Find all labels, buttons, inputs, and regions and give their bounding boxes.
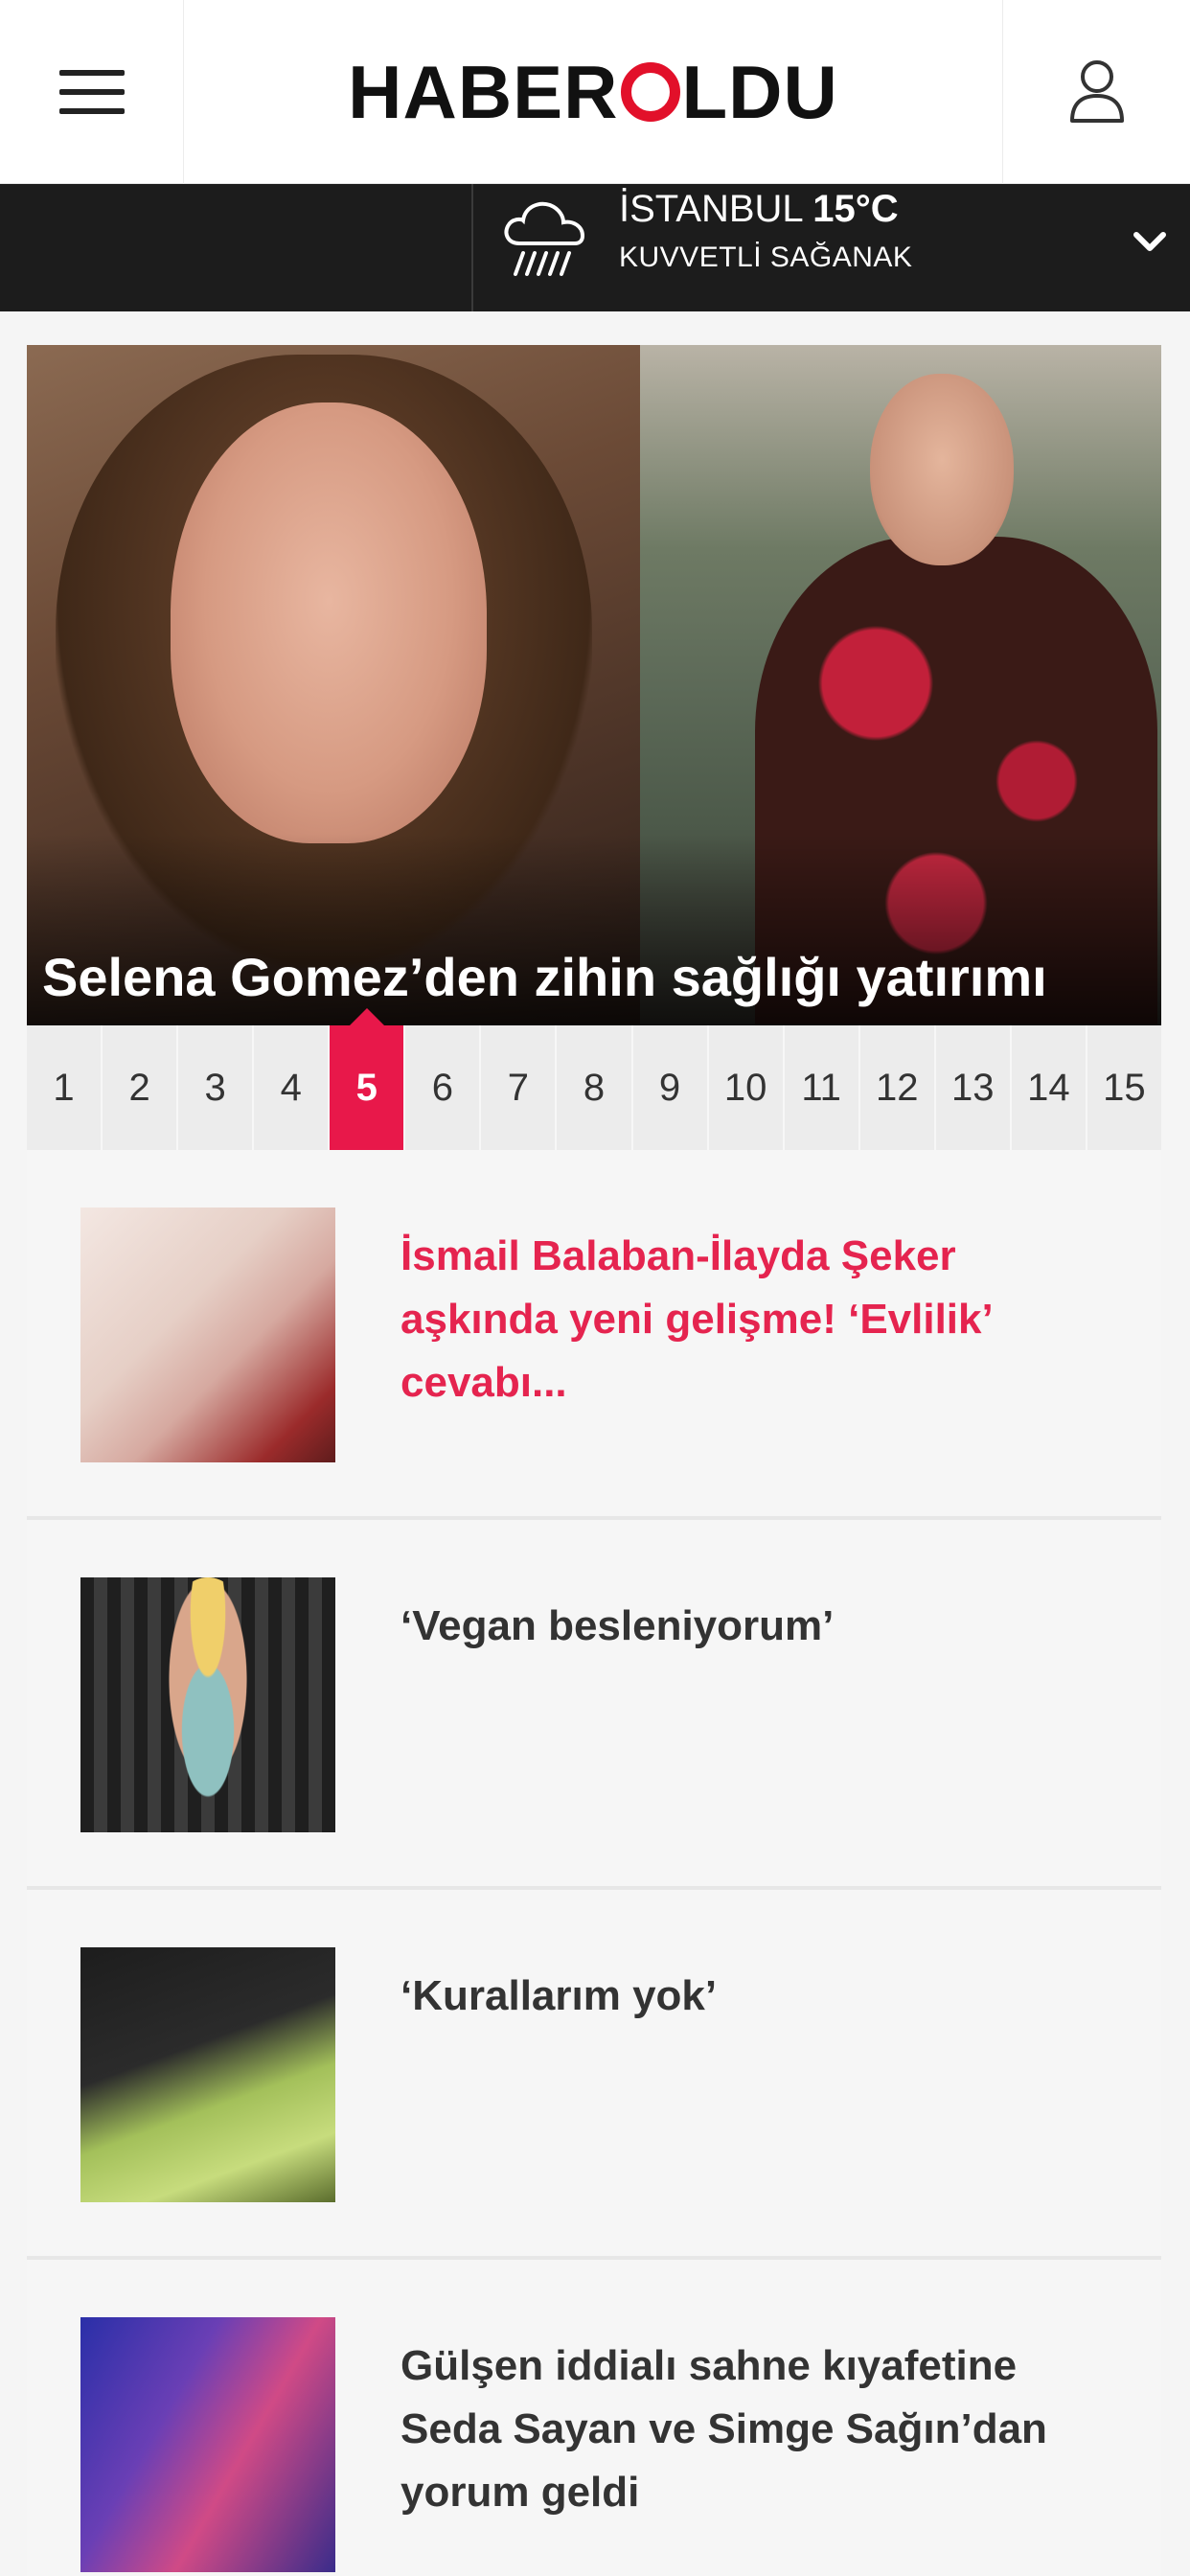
page-button-10[interactable]: 10 [708,1025,785,1150]
news-thumbnail [80,1208,335,1462]
rain-cloud-icon [504,201,585,276]
logo-text-left: HABER [348,49,619,134]
weather-city-temperature: İSTANBUL 15°C [619,188,899,231]
user-account-button[interactable] [1002,0,1190,184]
news-list-item[interactable]: ‘Kurallarım yok’ [27,1890,1161,2260]
news-list-item[interactable]: İsmail Balaban-İlayda Şeker aşkında yeni… [27,1150,1161,1520]
hamburger-menu-icon [58,70,125,114]
user-profile-icon [1069,60,1124,123]
page-button-11[interactable]: 11 [784,1025,860,1150]
news-headline: ‘Vegan besleniyorum’ [400,1602,835,1649]
page-button-6[interactable]: 6 [405,1025,482,1150]
slider-pagination: 1 2 3 4 5 6 7 8 9 10 11 12 13 14 15 [27,1008,1161,1150]
news-thumbnail [80,1577,335,1832]
news-headline: İsmail Balaban-İlayda Şeker aşkında yeni… [400,1232,992,1406]
page-button-2[interactable]: 2 [103,1025,179,1150]
hero-title: Selena Gomez’den zihin sağlığı yatırımı [42,947,1047,1007]
news-list-item[interactable]: Gülşen iddialı sahne kıyafetine Seda Say… [27,2260,1161,2576]
chevron-down-icon [1133,232,1166,251]
weather-divider [471,184,473,311]
logo-wordmark: HABER LDU [348,49,838,136]
news-headline: ‘Kurallarım yok’ [400,1972,718,2019]
weather-bar[interactable]: İSTANBUL 15°C KUVVETLİ SAĞANAK [0,184,1190,311]
news-list: İsmail Balaban-İlayda Şeker aşkında yeni… [27,1150,1161,2576]
logo-o-circle-icon [620,62,680,122]
news-list-item[interactable]: ‘Vegan besleniyorum’ [27,1520,1161,1890]
page-button-14[interactable]: 14 [1011,1025,1087,1150]
page-button-1[interactable]: 1 [27,1025,103,1150]
page-button-12[interactable]: 12 [859,1025,936,1150]
weather-city: İSTANBUL [619,188,803,230]
hamburger-menu-button[interactable] [0,0,184,184]
weather-condition: KUVVETLİ SAĞANAK [619,242,913,273]
page-button-9[interactable]: 9 [632,1025,709,1150]
hero-image-face [171,402,487,843]
weather-expand-button[interactable] [1121,213,1179,270]
page-button-5-active[interactable]: 5 [330,1008,406,1150]
site-logo[interactable]: HABER LDU [184,0,1002,184]
news-thumbnail [80,2317,335,2572]
page-button-15[interactable]: 15 [1087,1025,1161,1150]
site-header: HABER LDU [0,0,1190,184]
weather-temperature: 15°C [812,188,899,230]
page-button-8[interactable]: 8 [557,1025,633,1150]
page-button-13[interactable]: 13 [935,1025,1012,1150]
logo-text-right: LDU [681,49,838,134]
page-button-7[interactable]: 7 [481,1025,558,1150]
hero-headline-card[interactable]: Selena Gomez’den zihin sağlığı yatırımı [27,345,1161,1025]
news-headline: Gülşen iddialı sahne kıyafetine Seda Say… [400,2342,1047,2516]
news-thumbnail [80,1947,335,2202]
page-button-3[interactable]: 3 [178,1025,255,1150]
hero-image-face-right [870,374,1014,565]
page-button-4[interactable]: 4 [254,1025,331,1150]
